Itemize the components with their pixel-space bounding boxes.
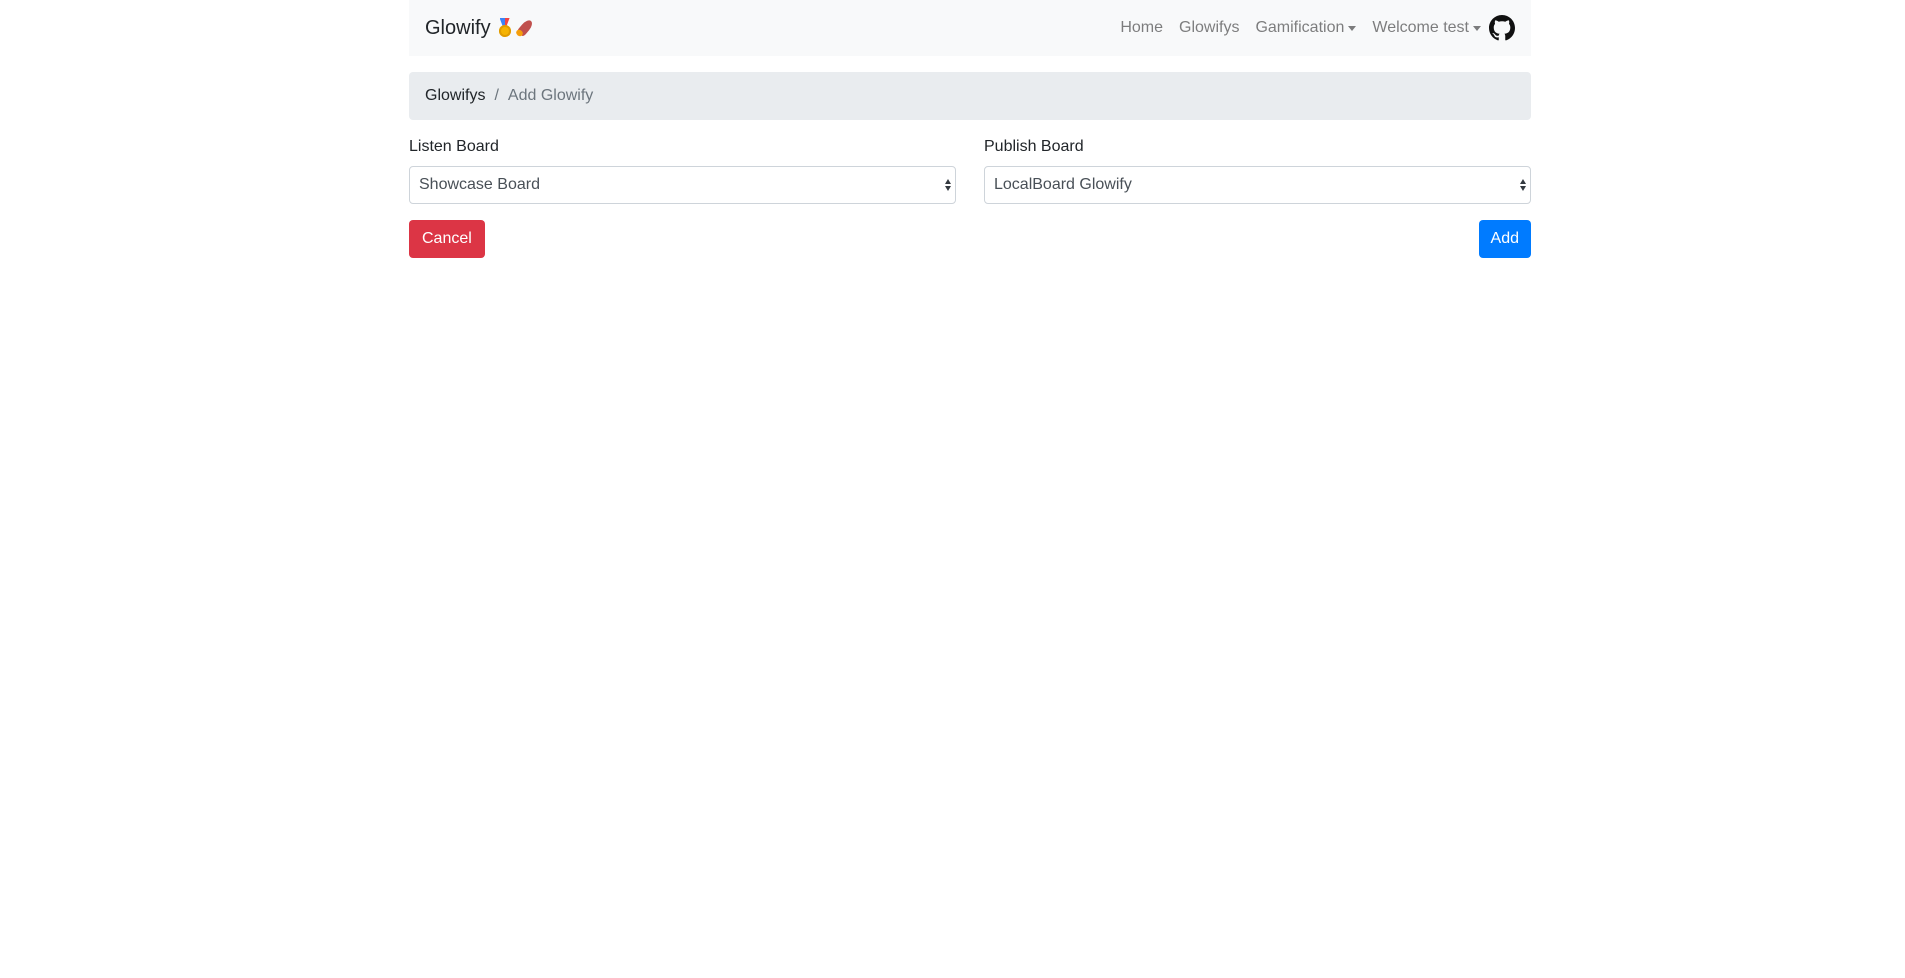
breadcrumb-glowifys[interactable]: Glowifys [425, 87, 485, 105]
select-arrows-icon [945, 179, 951, 191]
listen-board-select[interactable]: Showcase Board [409, 166, 956, 204]
nav-user-label: Welcome test [1372, 19, 1469, 36]
listen-board-selected-value: Showcase Board [419, 176, 540, 193]
caret-down-icon [1348, 25, 1357, 31]
breadcrumb: Glowifys / Add Glowify [409, 72, 1531, 120]
brand-emoji [497, 18, 537, 38]
publish-board-select[interactable]: LocalBoard Glowify [984, 166, 1531, 204]
cancel-button[interactable]: Cancel [409, 220, 485, 258]
caret-down-icon [1473, 25, 1481, 31]
brand-name: Glowify [425, 16, 491, 39]
nav-links: Home Glowifys Gamification Welcome test [1112, 15, 1515, 41]
nav-user-dropdown[interactable]: Welcome test [1364, 19, 1489, 37]
nav-home[interactable]: Home [1112, 19, 1171, 37]
medal-icon [497, 18, 513, 38]
publish-board-label: Publish Board [984, 138, 1084, 155]
navbar: Glowify Home Glowifys Gamification Welco… [409, 0, 1531, 56]
nav-glowifys[interactable]: Glowifys [1171, 19, 1247, 37]
nav-gamification-dropdown[interactable]: Gamification [1247, 19, 1364, 37]
add-button[interactable]: Add [1478, 220, 1531, 258]
breadcrumb-separator: / [494, 87, 499, 104]
page-container: Glowify Home Glowifys Gamification Welco… [409, 0, 1531, 258]
rocket-icon [515, 18, 537, 38]
brand-link[interactable]: Glowify [425, 17, 537, 40]
publish-board-selected-value: LocalBoard Glowify [994, 176, 1132, 193]
listen-board-label: Listen Board [409, 138, 499, 155]
board-select-row: Listen Board Showcase Board Publish Boar… [409, 138, 1531, 204]
breadcrumb-current: Add Glowify [507, 87, 594, 104]
select-arrows-icon [1520, 179, 1526, 191]
form-actions: Cancel Add [409, 220, 1531, 258]
github-icon[interactable] [1489, 15, 1515, 41]
nav-gamification-label: Gamification [1255, 19, 1345, 36]
listen-board-group: Listen Board Showcase Board [409, 138, 956, 204]
publish-board-group: Publish Board LocalBoard Glowify [984, 138, 1531, 204]
